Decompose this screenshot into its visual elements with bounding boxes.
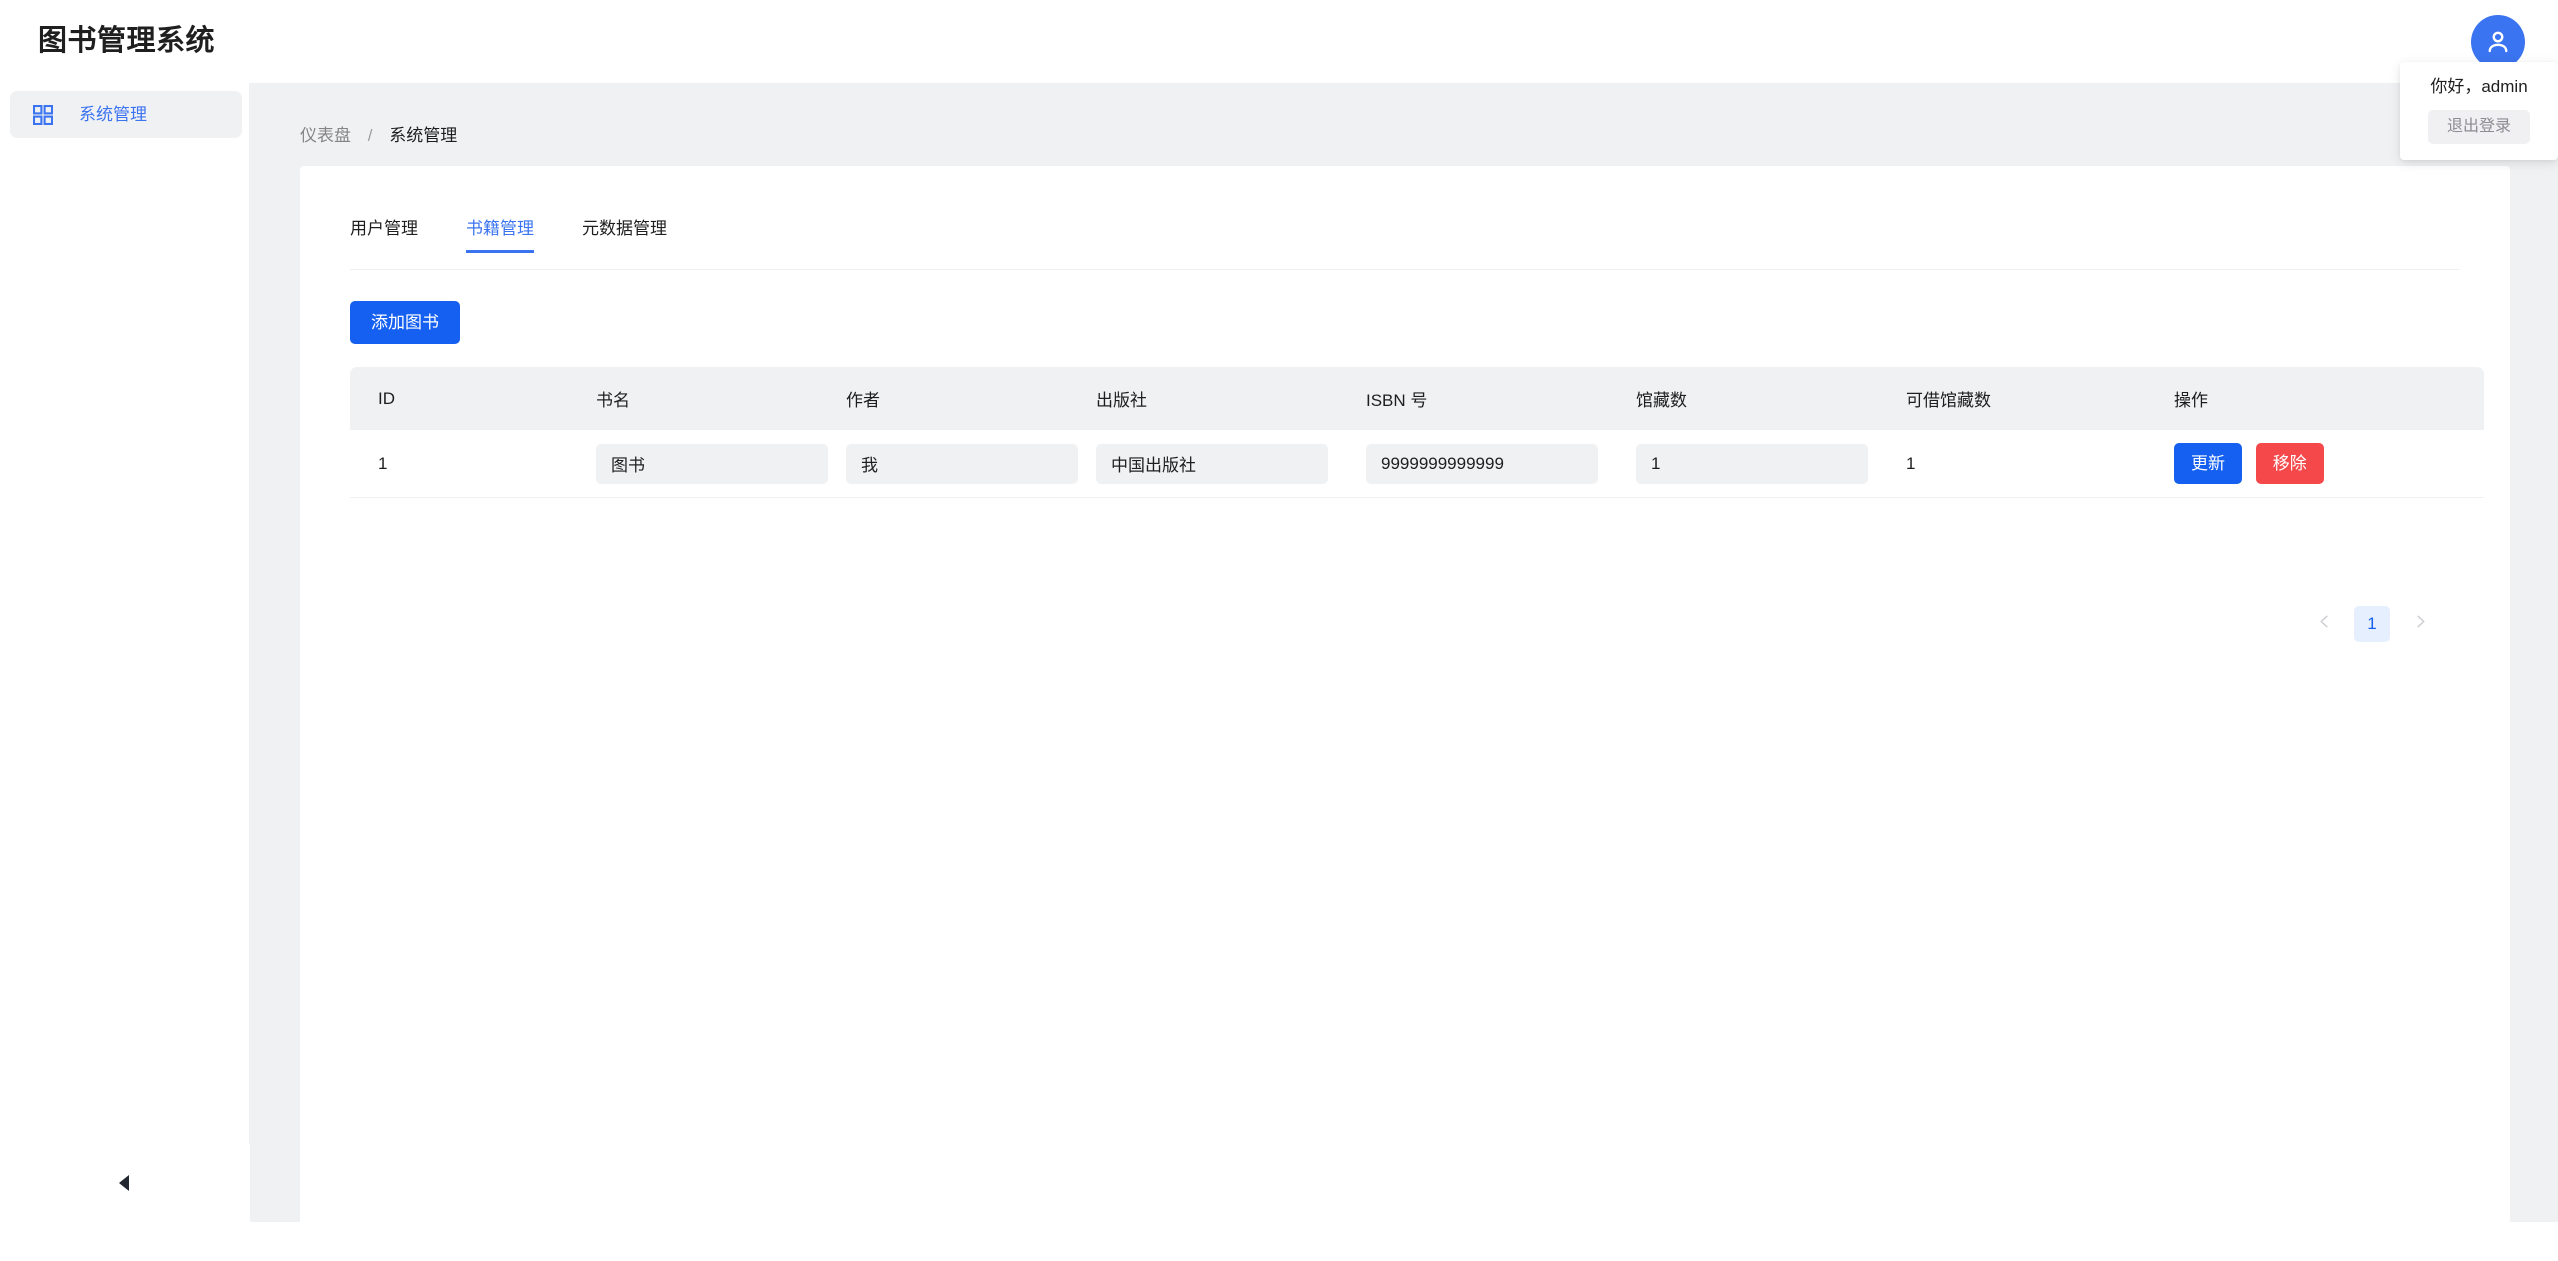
col-header-id: ID	[350, 367, 568, 430]
cell-isbn	[1338, 430, 1608, 498]
avatar[interactable]	[2471, 15, 2525, 69]
table-header-row: ID 书名 作者 出版社 ISBN 号 馆藏数 可借馆藏数 操作	[350, 367, 2484, 430]
col-header-publisher: 出版社	[1068, 367, 1338, 430]
pagination-page-1[interactable]: 1	[2354, 606, 2390, 642]
breadcrumb-item-system-management: 系统管理	[389, 126, 458, 145]
sidebar-item-system-management[interactable]: 系统管理	[10, 91, 242, 138]
user-icon	[2483, 27, 2513, 57]
col-header-title: 书名	[568, 367, 818, 430]
cell-stock	[1608, 430, 1878, 498]
cell-id: 1	[350, 430, 568, 498]
books-table-body: 1 图书 我 中国出版社 9999999999999 1 1 更新 移除	[350, 430, 2484, 498]
book-author-input[interactable]	[846, 443, 1078, 484]
books-table-head: ID 书名 作者 出版社 ISBN 号 馆藏数 可借馆藏数 操作	[350, 367, 2484, 430]
tab-user-management[interactable]: 用户管理	[350, 220, 418, 253]
cell-actions: 更新 移除	[2146, 430, 2484, 498]
table-row: 1 图书 我 中国出版社 9999999999999 1 1 更新 移除	[350, 430, 2484, 498]
sidebar: 系统管理	[0, 83, 250, 1222]
cell-author	[818, 430, 1078, 498]
book-title-input[interactable]	[596, 443, 828, 484]
chevron-left-icon	[2317, 614, 2332, 634]
remove-book-button[interactable]: 移除	[2255, 443, 2324, 484]
book-stock-input[interactable]	[1636, 443, 1868, 484]
pagination-prev-button[interactable]	[2308, 608, 2340, 640]
app-title: 图书管理系统	[38, 25, 216, 57]
add-book-button[interactable]: 添加图书	[350, 301, 460, 344]
appstore-grid-icon	[32, 104, 54, 126]
content-area: 仪表盘 / 系统管理 用户管理 书籍管理 元数据管理 添加图书 ID 书名 作者…	[250, 83, 2558, 1261]
book-isbn-input[interactable]	[1366, 443, 1598, 484]
tab-book-management[interactable]: 书籍管理	[466, 220, 534, 253]
col-header-available: 可借馆藏数	[1878, 367, 2146, 430]
pagination: 1	[2308, 606, 2436, 642]
breadcrumb-item-dashboard[interactable]: 仪表盘	[300, 126, 351, 145]
app-header: 图书管理系统	[0, 0, 2558, 83]
logout-button[interactable]: 退出登录	[2428, 110, 2530, 144]
col-header-author: 作者	[818, 367, 1068, 430]
col-header-actions: 操作	[2146, 367, 2484, 430]
cell-publisher	[1068, 430, 1338, 498]
col-header-isbn: ISBN 号	[1338, 367, 1608, 430]
cell-title	[568, 430, 828, 498]
chevron-right-icon	[2413, 614, 2428, 634]
avatar-button[interactable]	[2471, 15, 2525, 69]
tab-bar: 用户管理 书籍管理 元数据管理	[350, 220, 715, 270]
breadcrumb-separator: /	[367, 126, 373, 145]
books-table-wrapper: ID 书名 作者 出版社 ISBN 号 馆藏数 可借馆藏数 操作 1 图书 我 …	[350, 367, 2484, 498]
col-header-stock: 馆藏数	[1608, 367, 1878, 430]
sidebar-collapse-button[interactable]	[0, 1144, 250, 1222]
pagination-next-button[interactable]	[2404, 608, 2436, 640]
cell-available: 1	[1878, 430, 2146, 498]
tab-metadata-management[interactable]: 元数据管理	[582, 220, 667, 253]
caret-left-icon	[117, 1174, 133, 1192]
book-publisher-input[interactable]	[1096, 443, 1328, 484]
user-greeting: 你好，admin	[2430, 77, 2528, 96]
user-dropdown-panel: 你好，admin 退出登录	[2400, 62, 2558, 160]
update-book-button[interactable]: 更新	[2174, 443, 2242, 484]
content-card: 用户管理 书籍管理 元数据管理 添加图书 ID 书名 作者 出版社 ISBN 号…	[300, 166, 2510, 1261]
books-table: ID 书名 作者 出版社 ISBN 号 馆藏数 可借馆藏数 操作 1 图书 我 …	[350, 367, 2484, 498]
sidebar-item-label: 系统管理	[79, 105, 147, 124]
breadcrumb: 仪表盘 / 系统管理	[300, 125, 457, 147]
